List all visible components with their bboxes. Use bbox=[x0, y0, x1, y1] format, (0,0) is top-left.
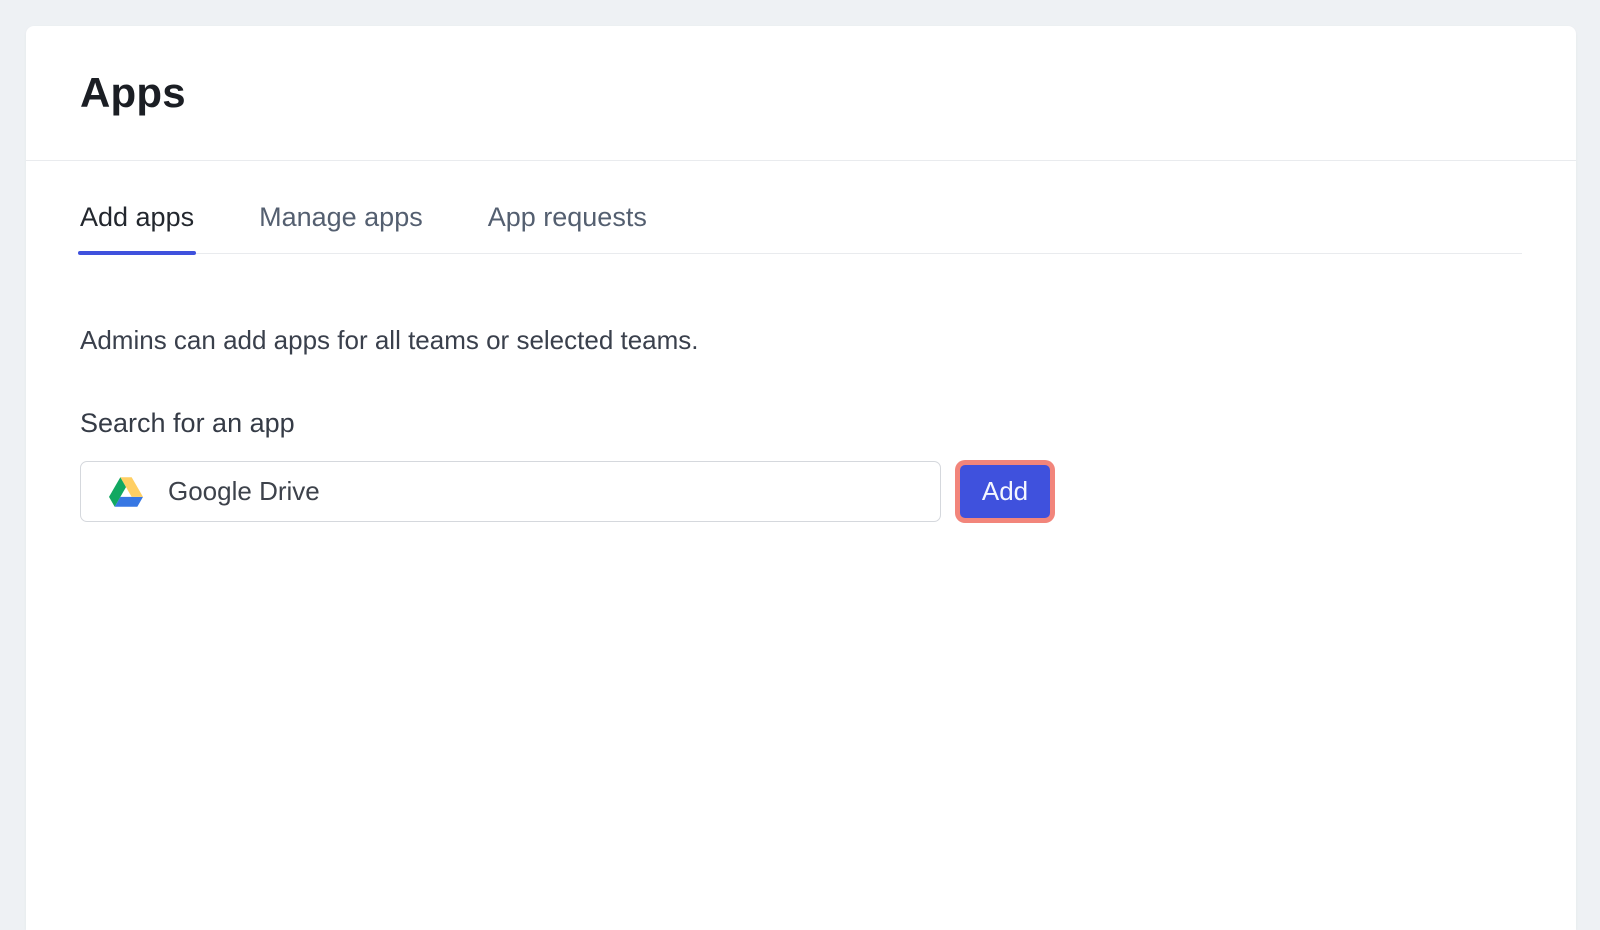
app-search-field bbox=[80, 461, 941, 522]
add-app-button[interactable]: Add bbox=[960, 465, 1050, 518]
card-header: Apps bbox=[26, 26, 1576, 161]
admin-apps-description: Admins can add apps for all teams or sel… bbox=[80, 322, 1522, 358]
search-app-label: Search for an app bbox=[80, 404, 1522, 442]
apps-settings-card: Apps Add apps Manage apps App requests A… bbox=[26, 26, 1576, 930]
tab-app-requests[interactable]: App requests bbox=[488, 161, 647, 253]
page-title: Apps bbox=[80, 70, 1522, 116]
google-drive-icon bbox=[109, 477, 143, 507]
tab-manage-apps[interactable]: Manage apps bbox=[259, 161, 423, 253]
search-row: Add bbox=[80, 461, 1522, 522]
tab-bar: Add apps Manage apps App requests bbox=[80, 161, 1522, 254]
tab-add-apps[interactable]: Add apps bbox=[80, 161, 194, 253]
app-search-input[interactable] bbox=[168, 476, 920, 507]
